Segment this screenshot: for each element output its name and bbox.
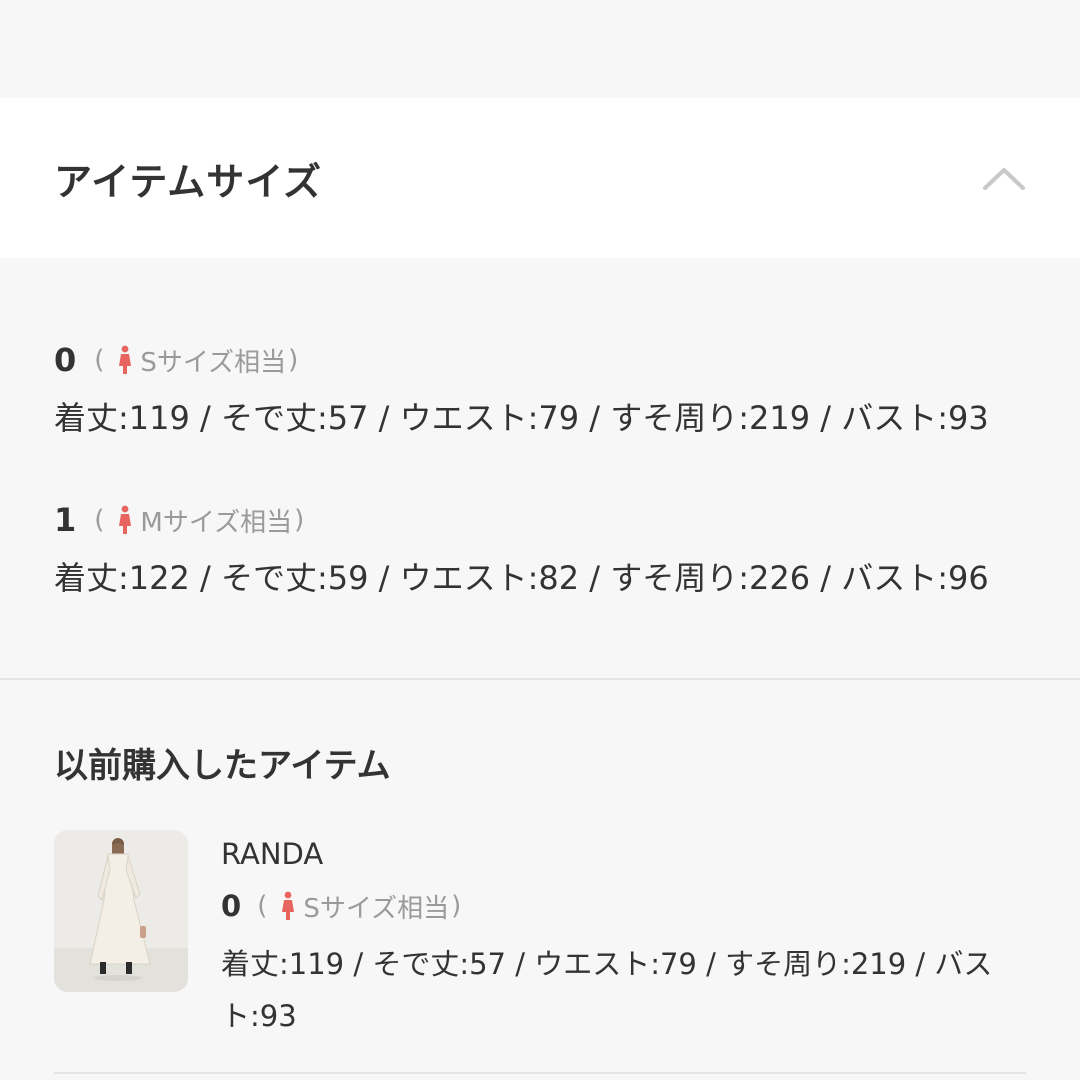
purchase-history: 以前購入したアイテム RANDA 0 (Sサイズ相当) 着丈:119 / そ… [0, 680, 1080, 1042]
person-icon [116, 505, 134, 535]
size-number: 0 [221, 889, 242, 923]
item-size-header[interactable]: アイテムサイズ [0, 98, 1080, 258]
person-icon [116, 345, 134, 375]
size-row: 0 ( Sサイズ相当 ) 着丈:119 / そで丈:57 / ウエスト:79 /… [54, 340, 1026, 438]
purchased-item[interactable]: RANDA 0 ( Sサイズ相当 ) 着丈:119 / そで丈:57 / ウエス… [54, 830, 1026, 1042]
size-heading: 0 ( Sサイズ相当 ) [54, 340, 1026, 380]
close-paren: ) [451, 891, 462, 921]
chevron-up-icon[interactable] [982, 163, 1026, 193]
size-equivalent-label: Mサイズ相当 [140, 507, 293, 538]
size-measurements: 着丈:119 / そで丈:57 / ウエスト:79 / すそ周り:219 / バ… [54, 399, 989, 437]
person-icon [279, 891, 297, 921]
bottom-divider [54, 1072, 1026, 1074]
top-spacer [0, 0, 1080, 98]
size-equivalent: ( Sサイズ相当 ) [92, 342, 300, 379]
open-paren: ( [257, 891, 268, 921]
close-paren: ) [294, 505, 305, 535]
size-heading: 1 ( Mサイズ相当 ) [54, 500, 1026, 540]
size-equivalent-label: Sサイズ相当 [303, 893, 450, 924]
size-equivalent: ( Sサイズ相当 ) [255, 888, 463, 925]
item-brand: RANDA [221, 837, 324, 871]
size-list: 0 ( Sサイズ相当 ) 着丈:119 / そで丈:57 / ウエスト:79 /… [0, 258, 1080, 678]
open-paren: ( [94, 345, 105, 375]
item-thumbnail[interactable] [54, 830, 188, 992]
size-row: 1 ( Mサイズ相当 ) 着丈:122 / そで丈:59 / ウエスト:82 /… [54, 500, 1026, 598]
size-number: 0 [54, 341, 77, 379]
size-measurements: 着丈:122 / そで丈:59 / ウエスト:82 / すそ周り:226 / バ… [54, 559, 989, 597]
item-details: RANDA 0 ( Sサイズ相当 ) 着丈:119 / そで丈:57 / ウエス… [221, 830, 1011, 1042]
item-size-heading: 0 ( Sサイズ相当 ) [221, 886, 1011, 926]
size-equivalent: ( Mサイズ相当 ) [92, 502, 306, 539]
close-paren: ) [288, 345, 299, 375]
item-measurements: 着丈:119 / そで丈:57 / ウエスト:79 / すそ周り:219 / バ… [221, 947, 993, 1033]
open-paren: ( [94, 505, 105, 535]
size-number: 1 [54, 501, 77, 539]
item-size-title: アイテムサイズ [54, 159, 323, 204]
purchase-history-title: 以前購入したアイテム [54, 746, 391, 786]
size-equivalent-label: Sサイズ相当 [140, 347, 287, 378]
